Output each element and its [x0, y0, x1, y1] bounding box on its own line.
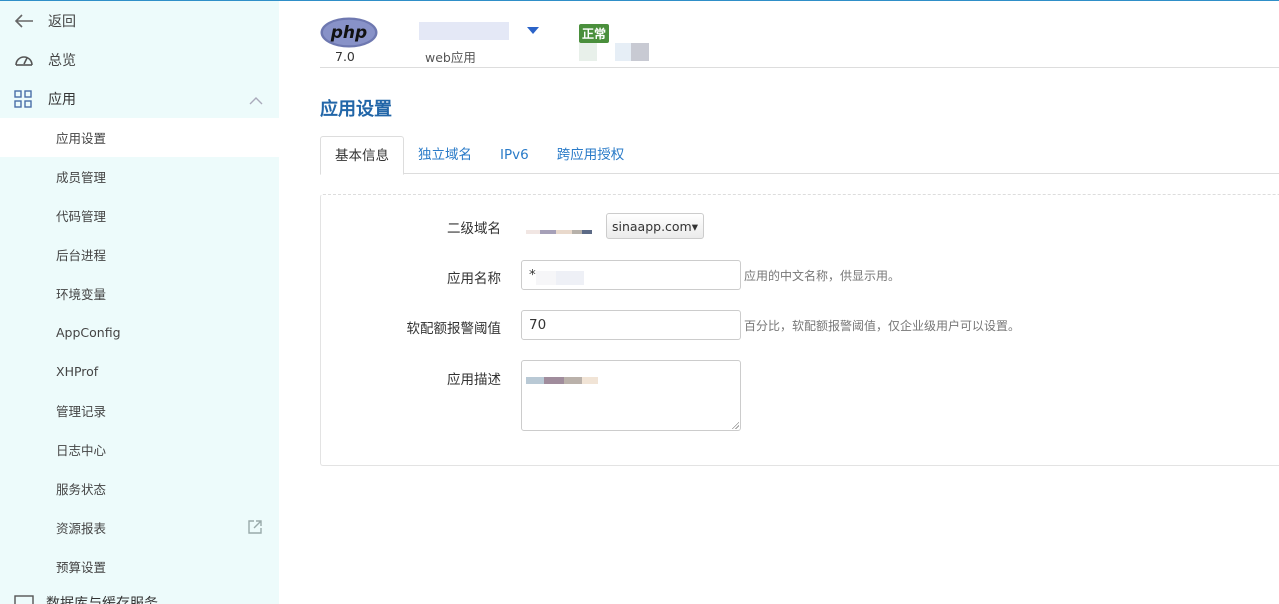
- sidebar-item-budget[interactable]: 预算设置: [0, 547, 279, 586]
- sidebar-item-label: 成员管理: [56, 170, 107, 185]
- quota-value: 70: [529, 317, 547, 333]
- sidebar-item-members[interactable]: 成员管理: [0, 157, 279, 196]
- sidebar-item-code[interactable]: 代码管理: [0, 196, 279, 235]
- quota-input[interactable]: 70: [521, 310, 741, 340]
- subdomain-value-redacted: [526, 230, 592, 234]
- sidebar-item-label: 资源报表: [56, 521, 107, 536]
- domain-suffix-dropdown[interactable]: sinaapp.com▾: [606, 213, 704, 239]
- sidebar-item-label: 预算设置: [56, 560, 107, 575]
- app-name-redacted: [419, 22, 509, 40]
- domain-suffix-label: sinaapp.com▾: [611, 218, 699, 234]
- sidebar-item-label: 应用设置: [56, 131, 107, 146]
- sidebar-item-xhprof[interactable]: XHProf: [0, 352, 279, 391]
- tab-basic-info[interactable]: 基本信息: [320, 136, 404, 175]
- status-badge: 正常: [579, 24, 610, 43]
- app-name-hint: 应用的中文名称，供显示用。: [744, 269, 901, 283]
- sidebar-item-label: AppConfig: [56, 325, 121, 340]
- tab-cross-app-auth[interactable]: 跨应用授权: [543, 136, 639, 174]
- quota-label: 软配额报警阈值: [406, 321, 502, 337]
- app-type: web应用: [425, 50, 476, 65]
- grid-icon: [14, 89, 36, 108]
- app-name-input[interactable]: *: [521, 260, 741, 290]
- resize-grip-icon[interactable]: [731, 421, 739, 429]
- runtime-version: 7.0: [335, 49, 355, 64]
- app-name-value: *: [529, 267, 536, 283]
- arrow-left-icon: [14, 13, 36, 28]
- sidebar-item-log-center[interactable]: 日志中心: [0, 430, 279, 469]
- sidebar-item-label: 后台进程: [56, 248, 107, 263]
- apps-label: 应用: [48, 91, 76, 108]
- page-title: 应用设置: [320, 99, 392, 120]
- sidebar-item-appconfig[interactable]: AppConfig: [0, 313, 279, 352]
- app-switcher-caret-icon[interactable]: [527, 27, 539, 34]
- sidebar-item-background-process[interactable]: 后台进程: [0, 235, 279, 274]
- external-link-icon[interactable]: [247, 519, 263, 538]
- description-label: 应用描述: [447, 372, 501, 388]
- php-logo-text: php: [330, 23, 367, 43]
- status-detail-redacted: [579, 43, 649, 61]
- chevron-up-icon[interactable]: [249, 93, 263, 109]
- sidebar-item-label: 日志中心: [56, 443, 107, 458]
- back-label: 返回: [48, 13, 76, 30]
- description-textarea[interactable]: [521, 360, 741, 431]
- sidebar-group-apps[interactable]: 应用: [0, 79, 279, 118]
- sidebar-item-app-settings[interactable]: 应用设置: [0, 118, 279, 157]
- sidebar-item-overview[interactable]: 总览: [0, 40, 279, 79]
- php-logo: php: [320, 17, 378, 48]
- sidebar-item-label: 代码管理: [56, 209, 107, 224]
- basic-info-form: 二级域名 sinaapp.com▾ 应用名称 * 应用的中文名称，供显示用。 软…: [320, 194, 1279, 466]
- sidebar-item-label: 管理记录: [56, 404, 107, 419]
- description-redacted: [526, 377, 598, 384]
- app-header: php 7.0 web应用 正常: [320, 1, 1279, 68]
- sidebar-item-admin-log[interactable]: 管理记录: [0, 391, 279, 430]
- quota-hint: 百分比，软配额报警阈值，仅企业级用户可以设置。: [744, 319, 1021, 333]
- overview-label: 总览: [48, 52, 76, 69]
- sidebar-item-label: 服务状态: [56, 482, 107, 497]
- tab-ipv6[interactable]: IPv6: [486, 136, 543, 174]
- sidebar-group-database[interactable]: 数据库与缓存服务: [14, 593, 158, 604]
- settings-tabs: 基本信息 独立域名 IPv6 跨应用授权: [320, 136, 1279, 175]
- database-icon: [14, 595, 34, 604]
- main-content: php 7.0 web应用 正常 应用设置 基本信息 独立域名 IPv6 跨应用…: [279, 1, 1279, 604]
- sidebar-item-env-vars[interactable]: 环境变量: [0, 274, 279, 313]
- app-name-input-redacted: [536, 271, 584, 285]
- sidebar: 返回 总览 应用 应用设置 成员管理 代码管理 后台进程 环境变量 AppCon…: [0, 1, 279, 604]
- sidebar-item-service-status[interactable]: 服务状态: [0, 469, 279, 508]
- sidebar-item-resource-report[interactable]: 资源报表: [0, 508, 279, 547]
- app-name-label: 应用名称: [447, 271, 501, 287]
- database-label: 数据库与缓存服务: [46, 596, 158, 604]
- sidebar-item-label: 环境变量: [56, 287, 107, 302]
- back-link[interactable]: 返回: [0, 1, 279, 40]
- subdomain-label: 二级域名: [447, 221, 501, 237]
- tab-custom-domain[interactable]: 独立域名: [404, 136, 486, 174]
- sidebar-item-label: XHProf: [56, 364, 99, 379]
- dashboard-icon: [14, 52, 36, 68]
